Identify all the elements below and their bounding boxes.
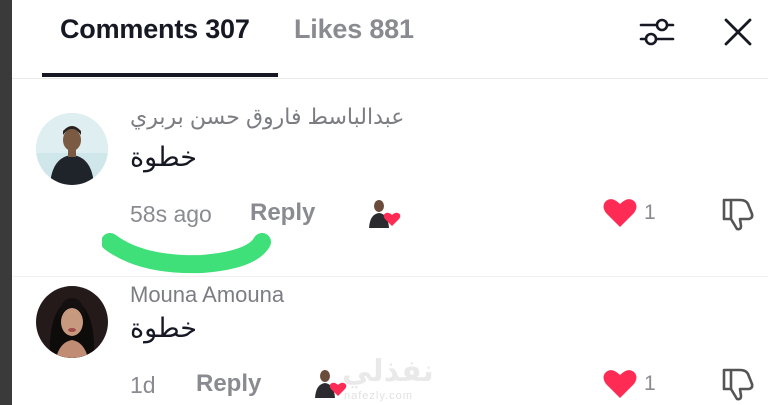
creator-liked-icon bbox=[369, 200, 401, 228]
comment-timestamp: 58s ago bbox=[130, 201, 212, 227]
avatar[interactable] bbox=[36, 286, 108, 358]
dislike-icon[interactable] bbox=[718, 364, 756, 402]
like-count: 1 bbox=[644, 201, 656, 224]
reply-button[interactable]: Reply bbox=[250, 199, 315, 227]
comment-text: خطوة bbox=[130, 142, 197, 173]
comment-text: خطوة bbox=[130, 313, 197, 344]
comment-username[interactable]: عبدالباسط فاروق حسن بربري bbox=[130, 104, 404, 130]
like-heart-icon[interactable] bbox=[602, 196, 638, 228]
comments-panel: Comments 307 Likes 881 عبدالباسط فاروق ح… bbox=[12, 0, 768, 405]
watermark-site: nafezly.com bbox=[344, 390, 413, 402]
sliders-icon[interactable] bbox=[635, 10, 679, 54]
comment-timestamp: 1d bbox=[130, 372, 156, 398]
watermark-title: نفذلي bbox=[342, 354, 434, 389]
reply-button[interactable]: Reply bbox=[196, 370, 261, 398]
watermark-logo: نفذلي nafezly.com bbox=[334, 354, 444, 405]
tab-bar: Comments 307 Likes 881 bbox=[12, 0, 768, 79]
close-icon[interactable] bbox=[716, 10, 760, 54]
tab-likes[interactable]: Likes 881 bbox=[294, 14, 414, 45]
comment-divider bbox=[12, 276, 768, 277]
like-count: 1 bbox=[644, 372, 656, 395]
like-heart-icon[interactable] bbox=[602, 367, 638, 399]
dislike-icon[interactable] bbox=[718, 194, 756, 232]
avatar[interactable] bbox=[36, 113, 108, 185]
tab-comments[interactable]: Comments 307 bbox=[60, 14, 250, 45]
comment-username[interactable]: Mouna Amouna bbox=[130, 282, 284, 308]
active-tab-indicator bbox=[42, 73, 278, 77]
